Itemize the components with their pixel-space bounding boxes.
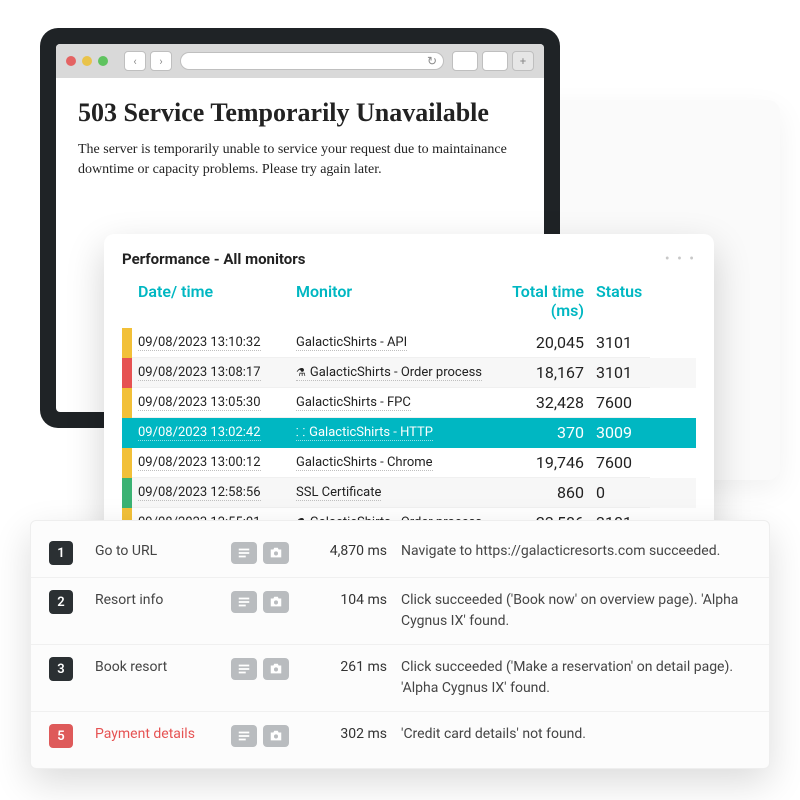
step-action-icons bbox=[231, 724, 309, 747]
error-page: 503 Service Temporarily Unavailable The … bbox=[56, 78, 544, 187]
step-duration: 4,870 ms bbox=[315, 541, 395, 559]
step-duration: 261 ms bbox=[315, 657, 395, 675]
col-datetime[interactable]: Date/ time bbox=[132, 278, 290, 328]
log-icon[interactable] bbox=[231, 542, 257, 564]
cell-datetime: 09/08/2023 13:00:12 bbox=[132, 448, 290, 478]
log-icon[interactable] bbox=[231, 725, 257, 747]
step-name: Payment details bbox=[95, 724, 225, 742]
step-number-badge: 1 bbox=[49, 541, 73, 565]
close-icon[interactable] bbox=[66, 56, 76, 66]
cell-datetime: 09/08/2023 13:08:17 bbox=[132, 358, 290, 388]
status-color-chip bbox=[122, 328, 132, 358]
more-menu-icon[interactable]: • • • bbox=[665, 251, 696, 267]
step-name: Go to URL bbox=[95, 541, 225, 559]
new-tab-button[interactable]: + bbox=[512, 51, 534, 71]
step-duration: 302 ms bbox=[315, 724, 395, 742]
cell-monitor[interactable]: GalacticShirts - FPC bbox=[290, 388, 500, 418]
cell-total-time: 860 bbox=[500, 478, 590, 508]
col-status[interactable]: Status bbox=[590, 278, 650, 328]
cell-datetime: 09/08/2023 12:58:56 bbox=[132, 478, 290, 508]
maximize-icon[interactable] bbox=[98, 56, 108, 66]
cell-status: 3009 bbox=[590, 418, 650, 448]
table-row[interactable]: 09/08/2023 13:08:17⚗GalacticShirts - Ord… bbox=[122, 358, 696, 388]
cell-status: 7600 bbox=[590, 388, 650, 418]
step-action-icons bbox=[231, 590, 309, 613]
step-number-badge: 5 bbox=[49, 724, 73, 748]
status-color-chip bbox=[122, 358, 132, 388]
toolbar-button-2[interactable] bbox=[482, 51, 508, 71]
cell-monitor[interactable]: ⚗GalacticShirts - Order process bbox=[290, 358, 500, 388]
step-action-icons bbox=[231, 657, 309, 680]
step-description: Navigate to https://galacticresorts.com … bbox=[401, 541, 751, 562]
minimize-icon[interactable] bbox=[82, 56, 92, 66]
address-bar[interactable]: ↻ bbox=[180, 52, 444, 70]
error-body-text: The server is temporarily unable to serv… bbox=[78, 140, 518, 179]
step-number-badge: 2 bbox=[49, 590, 73, 614]
cell-monitor[interactable]: ⸬GalacticShirts - HTTP bbox=[290, 418, 500, 448]
table-row[interactable]: 09/08/2023 13:10:32GalacticShirts - API2… bbox=[122, 328, 696, 358]
step-name: Book resort bbox=[95, 657, 225, 675]
error-title: 503 Service Temporarily Unavailable bbox=[78, 98, 522, 128]
cell-monitor[interactable]: SSL Certificate bbox=[290, 478, 500, 508]
status-color-chip bbox=[122, 388, 132, 418]
grid-icon: ⸬ bbox=[296, 426, 305, 439]
camera-icon[interactable] bbox=[263, 591, 289, 613]
cell-status: 3101 bbox=[590, 328, 650, 358]
reload-icon[interactable]: ↻ bbox=[427, 54, 437, 68]
camera-icon[interactable] bbox=[263, 542, 289, 564]
forward-button[interactable]: › bbox=[150, 51, 172, 71]
step-row[interactable]: 2 Resort info 104 ms Click succeeded ('Book… bbox=[31, 577, 769, 644]
log-icon[interactable] bbox=[231, 658, 257, 680]
step-description: 'Credit card details' not found. bbox=[401, 724, 751, 745]
table-row[interactable]: 09/08/2023 13:05:30GalacticShirts - FPC3… bbox=[122, 388, 696, 418]
status-color-chip bbox=[122, 418, 132, 448]
cell-monitor[interactable]: GalacticShirts - API bbox=[290, 328, 500, 358]
status-color-chip bbox=[122, 478, 132, 508]
step-row[interactable]: 3 Book resort 261 ms Click succeeded ('Make… bbox=[31, 644, 769, 711]
performance-title: Performance - All monitors bbox=[122, 250, 305, 268]
status-color-chip bbox=[122, 448, 132, 478]
table-row[interactable]: 09/08/2023 13:00:12GalacticShirts - Chro… bbox=[122, 448, 696, 478]
cell-total-time: 20,045 bbox=[500, 328, 590, 358]
col-total-time[interactable]: Total time (ms) bbox=[500, 278, 590, 328]
cell-total-time: 19,746 bbox=[500, 448, 590, 478]
table-row[interactable]: 09/08/2023 12:58:56SSL Certificate8600 bbox=[122, 478, 696, 508]
cell-status: 3101 bbox=[590, 358, 650, 388]
step-action-icons bbox=[231, 541, 309, 564]
step-row[interactable]: 5 Payment details 302 ms 'Credit card detai… bbox=[31, 711, 769, 760]
col-monitor[interactable]: Monitor bbox=[290, 278, 500, 328]
table-row[interactable]: 09/08/2023 13:02:42⸬GalacticShirts - HTT… bbox=[122, 418, 696, 448]
step-number-badge: 3 bbox=[49, 657, 73, 681]
step-duration: 104 ms bbox=[315, 590, 395, 608]
camera-icon[interactable] bbox=[263, 725, 289, 747]
cell-total-time: 370 bbox=[500, 418, 590, 448]
performance-card: Performance - All monitors • • • Date/ t… bbox=[104, 234, 714, 546]
step-description: Click succeeded ('Make a reservation' on… bbox=[401, 657, 751, 699]
cell-total-time: 32,428 bbox=[500, 388, 590, 418]
cell-total-time: 18,167 bbox=[500, 358, 590, 388]
window-controls bbox=[66, 56, 108, 66]
cell-monitor[interactable]: GalacticShirts - Chrome bbox=[290, 448, 500, 478]
flask-icon: ⚗ bbox=[296, 366, 306, 379]
cell-datetime: 09/08/2023 13:10:32 bbox=[132, 328, 290, 358]
back-button[interactable]: ‹ bbox=[124, 51, 146, 71]
log-icon[interactable] bbox=[231, 591, 257, 613]
step-row[interactable]: 1 Go to URL 4,870 ms Navigate to https://ga… bbox=[31, 529, 769, 577]
step-description: Click succeeded ('Book now' on overview … bbox=[401, 590, 751, 632]
cell-status: 7600 bbox=[590, 448, 650, 478]
browser-toolbar: ‹ › ↻ + bbox=[56, 44, 544, 78]
cell-datetime: 09/08/2023 13:02:42 bbox=[132, 418, 290, 448]
cell-datetime: 09/08/2023 13:05:30 bbox=[132, 388, 290, 418]
toolbar-button-1[interactable] bbox=[452, 51, 478, 71]
camera-icon[interactable] bbox=[263, 658, 289, 680]
cell-status: 0 bbox=[590, 478, 650, 508]
transaction-steps-card: 1 Go to URL 4,870 ms Navigate to https://ga… bbox=[30, 520, 770, 769]
step-name: Resort info bbox=[95, 590, 225, 608]
table-header: Date/ time Monitor Total time (ms) Statu… bbox=[122, 278, 696, 328]
